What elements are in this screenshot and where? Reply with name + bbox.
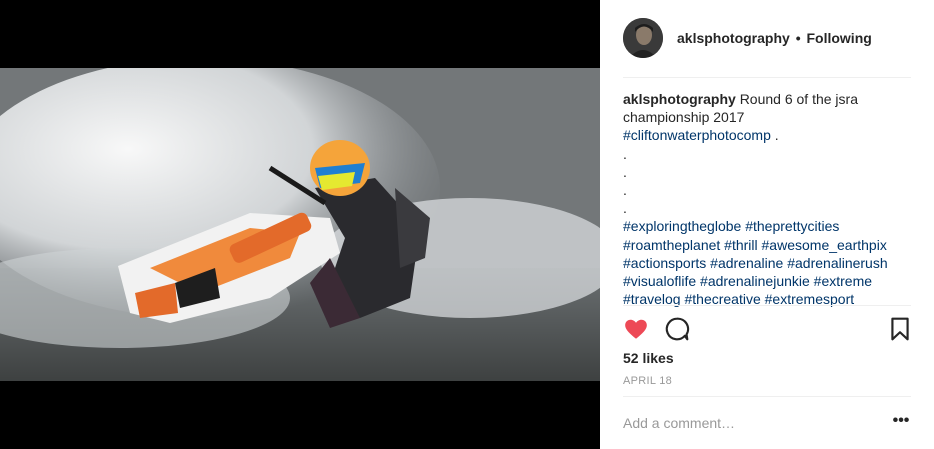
caption-dot: . (623, 182, 627, 199)
hashtag-link[interactable]: #cliftonwaterphotocomp (623, 127, 771, 143)
post-media (0, 0, 600, 449)
caption-text-line: championship 2017 (623, 109, 745, 126)
header-divider (623, 77, 911, 78)
avatar[interactable] (623, 18, 663, 58)
caption-dot: . (623, 200, 627, 217)
actions-divider (623, 305, 911, 306)
caption-suffix: . (770, 127, 779, 144)
caption-dot: . (623, 163, 627, 180)
comment-divider (623, 396, 911, 397)
username-link[interactable]: aklsphotography (677, 30, 790, 46)
post-date[interactable]: APRIL 18 (623, 375, 672, 387)
jetski-photo (0, 68, 600, 381)
hashtag-line[interactable]: #exploringtheglobe #theprettycities (623, 217, 913, 235)
post-sidebar: aklsphotography • Following aklsphotogra… (600, 0, 934, 449)
header-text: aklsphotography • Following (677, 30, 872, 46)
hashtag-line[interactable]: #actionsports #adrenaline #adrenalinerus… (623, 254, 913, 272)
caption-dot: . (623, 145, 627, 162)
likes-count[interactable]: 52 likes (623, 350, 674, 366)
hashtag-line[interactable]: #visualoflife #adrenalinejunkie #extreme (623, 272, 913, 290)
post-caption: aklsphotography Round 6 of the jsra cham… (623, 90, 913, 308)
following-button[interactable]: Following (806, 30, 871, 46)
caption-username[interactable]: aklsphotography (623, 91, 736, 107)
heart-icon[interactable] (623, 316, 649, 342)
post-header: aklsphotography • Following (600, 0, 934, 78)
more-options-icon[interactable]: ••• (890, 412, 912, 434)
bookmark-icon[interactable] (887, 316, 913, 342)
comment-input[interactable] (623, 412, 873, 434)
comment-icon[interactable] (664, 316, 690, 342)
separator-dot: • (795, 30, 801, 46)
post-actions (623, 316, 913, 344)
hashtag-line[interactable]: #roamtheplanet #thrill #awesome_earthpix (623, 236, 913, 254)
caption-text-line: Round 6 of the jsra (739, 91, 858, 107)
